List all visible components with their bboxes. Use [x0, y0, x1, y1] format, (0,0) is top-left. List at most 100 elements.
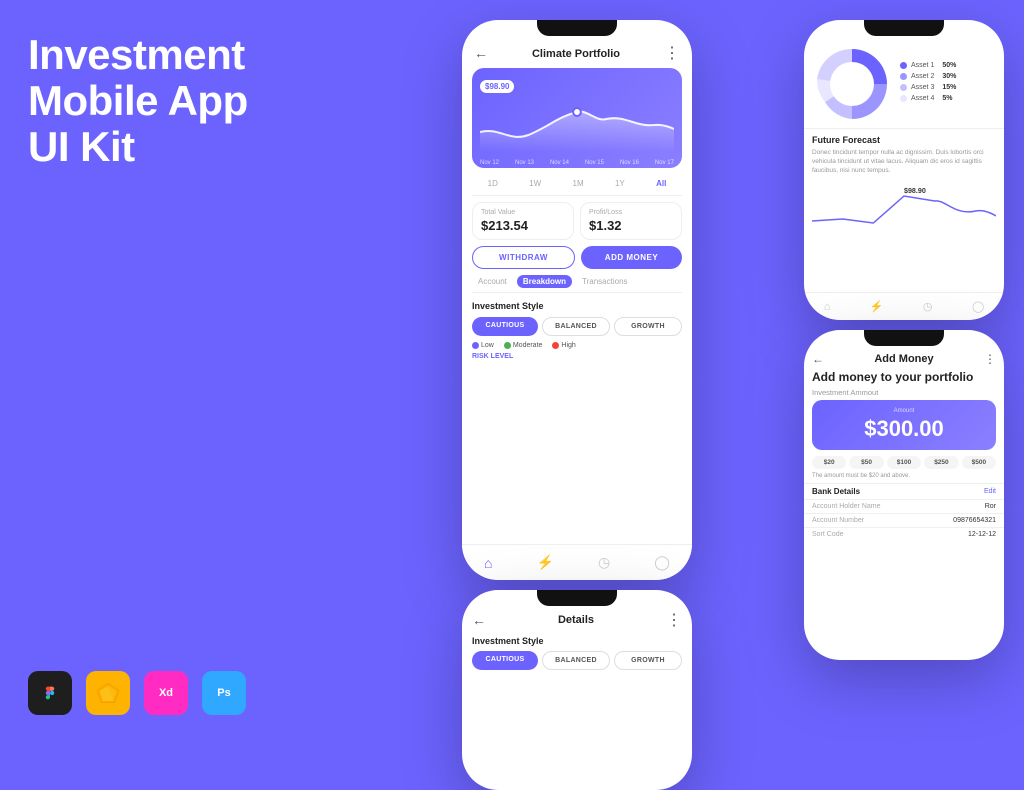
tr-nav-home[interactable]: ⌂ — [824, 301, 831, 313]
bottom-right-phone: ← Add Money ⋮ Add money to your portfoli… — [804, 330, 1004, 660]
bank-edit[interactable]: Edit — [984, 488, 996, 495]
phone-notch — [537, 20, 617, 36]
svg-text:$98.90: $98.90 — [904, 188, 926, 195]
quick-250[interactable]: $250 — [924, 456, 958, 469]
risk-moderate-dot — [504, 342, 511, 349]
risk-high: High — [552, 342, 575, 349]
sketch-icon — [86, 671, 130, 715]
amount-big: $300.00 — [820, 416, 988, 442]
legend-dot-4 — [900, 95, 907, 102]
back-arrow[interactable]: ← — [474, 45, 488, 61]
amount-label-small: Amount — [820, 408, 988, 414]
nav-clock[interactable]: ◷ — [598, 554, 610, 571]
tab-account[interactable]: Account — [472, 275, 513, 288]
donut-section: Asset 1 50% Asset 2 30% Asset 3 15% Asse… — [804, 36, 1004, 124]
filter-1m[interactable]: 1M — [569, 177, 588, 190]
bank-details-header: Bank Details Edit — [804, 483, 1004, 499]
bank-title: Bank Details — [812, 487, 860, 496]
profit-loss-card: Profit/Loss $1.32 — [580, 202, 682, 240]
withdraw-button[interactable]: WITHDRAW — [472, 246, 575, 269]
bc-style-balanced[interactable]: BALANCED — [542, 651, 610, 670]
risk-high-dot — [552, 342, 559, 349]
donut-chart — [812, 44, 892, 124]
quick-amounts: $20 $50 $100 $250 $500 — [804, 456, 1004, 473]
br-menu-dots[interactable]: ⋮ — [984, 352, 996, 366]
quick-100[interactable]: $100 — [887, 456, 921, 469]
br-back-arrow[interactable]: ← — [812, 352, 824, 366]
filter-all[interactable]: All — [652, 177, 670, 190]
investment-amount-label: Investment Ammout — [804, 388, 1004, 400]
bc-style-growth[interactable]: GROWTH — [614, 651, 682, 670]
main-phone: ← Climate Portfolio ⋮ $98.90 Nov 12 Nov … — [462, 20, 692, 580]
style-cautious[interactable]: CAUTIOUS — [472, 317, 538, 336]
risk-low-dot — [472, 342, 479, 349]
amount-note: The amount must be $20 and above. — [804, 473, 1004, 483]
legend-dot-2 — [900, 73, 907, 80]
bank-number-row: Account Number 09876654321 — [804, 513, 1004, 527]
style-growth[interactable]: GROWTH — [614, 317, 682, 336]
chart-svg — [480, 97, 674, 152]
chart-dates: Nov 12 Nov 13 Nov 14 Nov 15 Nov 16 Nov 1… — [480, 160, 674, 166]
stats-row: Total Value $213.54 Profit/Loss $1.32 — [472, 196, 682, 246]
br-notch — [864, 330, 944, 346]
legend-dot-1 — [900, 62, 907, 69]
nav-home[interactable]: ⌂ — [484, 555, 492, 571]
investment-style-title: Investment Style — [472, 301, 682, 311]
menu-dots[interactable]: ⋮ — [664, 43, 680, 63]
bc-back-arrow[interactable]: ← — [472, 612, 486, 628]
legend-asset2: Asset 2 30% — [900, 73, 996, 80]
bc-phone-header: ← Details ⋮ — [462, 606, 692, 634]
tr-nav-clock[interactable]: ◷ — [923, 300, 933, 313]
left-section: Investment Mobile App UI Kit Xd Ps — [28, 32, 288, 715]
tab-transactions[interactable]: Transactions — [576, 275, 634, 288]
total-value: $213.54 — [481, 218, 565, 233]
risk-level-title: RISK LEVEL — [472, 353, 682, 360]
profit-loss-label: Profit/Loss — [589, 209, 673, 216]
add-money-subtitle: Add money to your portfolio — [804, 368, 1004, 388]
tr-phone-notch — [864, 20, 944, 36]
quick-50[interactable]: $50 — [849, 456, 883, 469]
tab-breakdown[interactable]: Breakdown — [517, 275, 572, 288]
nav-profile[interactable]: ◯ — [654, 554, 670, 571]
details-style-title: Investment Style — [472, 636, 682, 646]
filter-1y[interactable]: 1Y — [611, 177, 629, 190]
phone-header: ← Climate Portfolio ⋮ — [472, 36, 682, 68]
tr-nav-profile[interactable]: ◯ — [972, 300, 984, 313]
total-value-card: Total Value $213.54 — [472, 202, 574, 240]
tool-icons: Xd Ps — [28, 671, 288, 715]
risk-indicators: Low Moderate High — [472, 342, 682, 349]
tr-nav-chart[interactable]: ⚡ — [870, 300, 884, 313]
app-title: Investment Mobile App UI Kit — [28, 32, 288, 171]
bc-style-cautious[interactable]: CAUTIOUS — [472, 651, 538, 670]
ps-icon: Ps — [202, 671, 246, 715]
filter-1w[interactable]: 1W — [525, 177, 545, 190]
forecast-section: Future Forecast Donec tincidunt tempor n… — [804, 128, 1004, 242]
tabs-row: Account Breakdown Transactions — [472, 275, 682, 293]
details-content: Investment Style CAUTIOUS BALANCED GROWT… — [462, 634, 692, 682]
tr-bottom-nav: ⌂ ⚡ ◷ ◯ — [804, 292, 1004, 320]
xd-icon: Xd — [144, 671, 188, 715]
bank-sort-row: Sort Code 12-12-12 — [804, 527, 1004, 541]
quick-500[interactable]: $500 — [962, 456, 996, 469]
donut-legend: Asset 1 50% Asset 2 30% Asset 3 15% Asse… — [900, 62, 996, 106]
quick-20[interactable]: $20 — [812, 456, 846, 469]
legend-asset1: Asset 1 50% — [900, 62, 996, 69]
bc-menu-dots[interactable]: ⋮ — [666, 610, 682, 630]
forecast-text: Donec tincidunt tempor nulla ac dignissi… — [812, 148, 996, 175]
bc-style-buttons: CAUTIOUS BALANCED GROWTH — [472, 651, 682, 670]
main-phone-title: Climate Portfolio — [530, 42, 622, 64]
amount-card: Amount $300.00 — [812, 400, 996, 450]
add-money-button[interactable]: ADD MONEY — [581, 246, 682, 269]
chart-area: $98.90 Nov 12 Nov 13 Nov 14 Nov 15 Nov 1… — [472, 68, 682, 168]
top-right-phone: Asset 1 50% Asset 2 30% Asset 3 15% Asse… — [804, 20, 1004, 320]
legend-dot-3 — [900, 84, 907, 91]
style-balanced[interactable]: BALANCED — [542, 317, 610, 336]
nav-chart[interactable]: ⚡ — [537, 554, 554, 571]
donut-svg — [812, 44, 892, 124]
bank-holder-row: Account Holder Name Ror — [804, 499, 1004, 513]
figma-icon — [28, 671, 72, 715]
filter-1d[interactable]: 1D — [484, 177, 502, 190]
bc-title: Details — [558, 614, 594, 626]
bottom-center-phone: ← Details ⋮ Investment Style CAUTIOUS BA… — [462, 590, 692, 790]
phone-screen: ← Climate Portfolio ⋮ $98.90 Nov 12 Nov … — [462, 36, 692, 580]
